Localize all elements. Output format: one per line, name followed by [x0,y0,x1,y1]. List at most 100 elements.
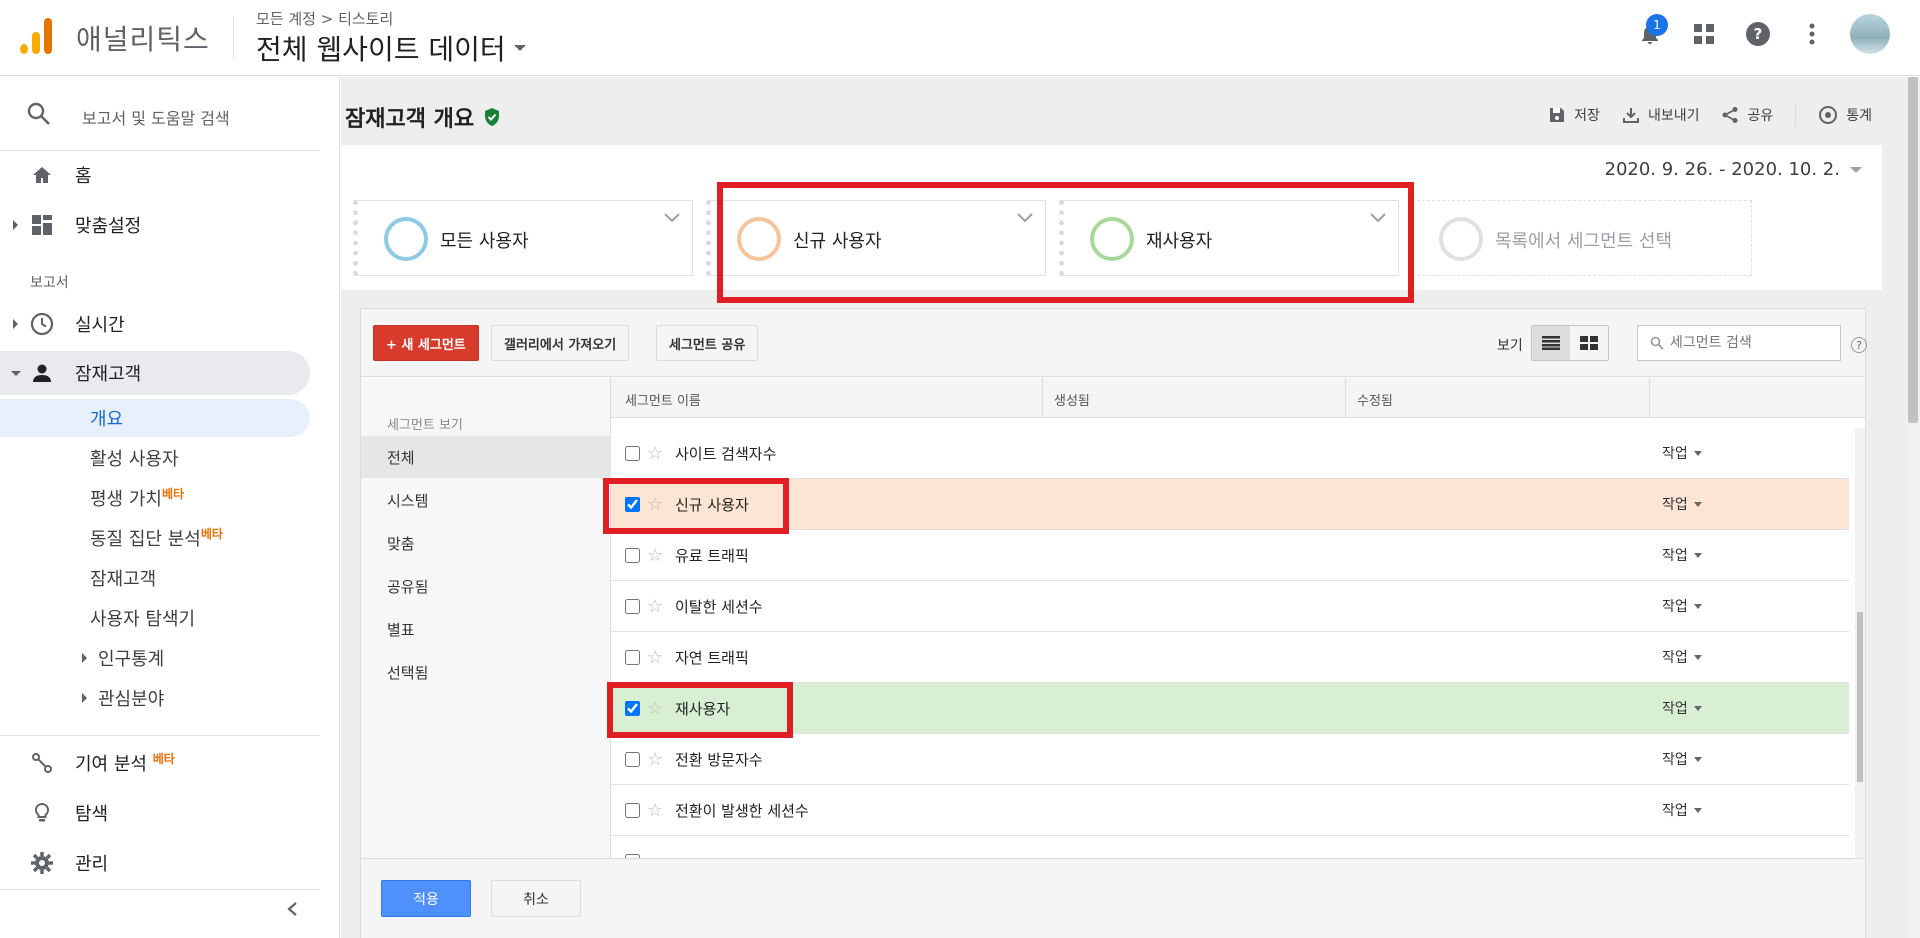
category-shared[interactable]: 공유됨 [361,565,611,607]
list-view-button[interactable] [1532,326,1570,360]
row-action-menu[interactable]: 작업 [1662,698,1702,718]
sidebar-item-audience[interactable]: 잠재고객 [0,351,310,395]
segment-card-new-users[interactable]: 신규 사용자 [706,200,1046,276]
row-checkbox[interactable] [625,496,640,512]
category-selected[interactable]: 선택됨 [361,651,611,693]
table-row[interactable]: ☆ 사이트 검색자수 작업 [611,428,1849,479]
chevron-down-icon [664,213,680,223]
sidebar-subitem-cohort[interactable]: 동질 집단 분석베타 [0,519,310,557]
property-selector[interactable]: 전체 웹사이트 데이터 [256,28,526,68]
page-scrollbar-thumb[interactable] [1908,77,1918,423]
sidebar-subitem-interests[interactable]: 관심분야 [0,679,310,717]
chevron-left-icon [287,902,297,916]
star-icon[interactable]: ☆ [647,647,663,668]
help-icon[interactable]: ? [1851,337,1867,353]
star-icon[interactable]: ☆ [647,545,663,566]
column-name[interactable]: 세그먼트 이름 [625,390,701,409]
apps-grid-icon [1694,24,1714,44]
apps-button[interactable] [1688,18,1720,50]
date-range-picker[interactable]: 2020. 9. 26. - 2020. 10. 2. [1605,159,1862,180]
segment-card-choose[interactable]: 목록에서 세그먼트 선택 [1412,200,1752,276]
star-icon[interactable]: ☆ [647,596,663,617]
row-action-menu[interactable]: 작업 [1662,749,1702,769]
sidebar-search[interactable]: 보고서 및 도움말 검색 [0,77,320,151]
table-row[interactable]: ☆ 재사용자 작업 [611,683,1849,734]
share-button[interactable]: 공유 [1721,105,1773,125]
table-row-partial[interactable] [611,836,1849,858]
sidebar-subitem-demographics[interactable]: 인구통계 [0,639,310,677]
category-all[interactable]: 전체 [361,436,611,478]
table-row[interactable]: ☆ 이탈한 세션수 작업 [611,581,1849,632]
apply-button[interactable]: 적용 [381,880,471,917]
chevron-down-icon [1693,705,1702,711]
new-segment-button[interactable]: + 새 세그먼트 [373,325,479,361]
help-button[interactable]: ? [1742,18,1774,50]
insights-icon [1819,106,1838,124]
category-starred[interactable]: 별표 [361,608,611,650]
sidebar-subitem-user-explorer[interactable]: 사용자 탐색기 [0,599,310,637]
analytics-logo[interactable] [18,18,54,54]
row-checkbox[interactable] [625,751,640,767]
insights-button[interactable]: 통계 [1818,105,1872,125]
table-scrollbar-thumb[interactable] [1857,612,1863,782]
sidebar-item-realtime[interactable]: 실시간 [0,302,320,346]
segment-card-all-users[interactable]: 모든 사용자 [353,200,693,276]
row-action-menu[interactable]: 작업 [1662,545,1702,565]
row-checkbox[interactable] [625,700,640,716]
sidebar-subitem-label: 동질 집단 분석 [90,529,201,550]
sidebar-subitem-overview[interactable]: 개요 [0,399,310,437]
sidebar-subitem-audiences[interactable]: 잠재고객 [0,559,310,597]
row-checkbox[interactable] [625,598,640,614]
row-checkbox[interactable] [625,649,640,665]
table-row[interactable]: ☆ 전환이 발생한 세션수 작업 [611,785,1849,836]
column-created[interactable]: 생성됨 [1054,390,1090,409]
table-row[interactable]: ☆ 유료 트래픽 작업 [611,530,1849,581]
star-icon[interactable]: ☆ [647,443,663,464]
segment-label: 재사용자 [1146,231,1213,252]
share-segment-button[interactable]: 세그먼트 공유 [656,325,759,361]
export-button[interactable]: 내보내기 [1622,105,1699,125]
table-row[interactable]: ☆ 전환 방문자수 작업 [611,734,1849,785]
row-checkbox[interactable] [625,802,640,818]
import-gallery-button[interactable]: 갤러리에서 가져오기 [491,325,630,361]
account-breadcrumb[interactable]: 모든 계정 > 티스토리 [256,8,393,29]
save-button[interactable]: 저장 [1548,105,1600,125]
grid-view-button[interactable] [1570,326,1608,360]
cancel-button[interactable]: 취소 [491,880,581,917]
star-icon[interactable]: ☆ [647,494,663,515]
collapse-sidebar-button[interactable] [280,897,304,921]
view-toggle[interactable] [1531,325,1609,361]
sidebar-item-admin[interactable]: 관리 [0,841,320,885]
sidebar-item-customization[interactable]: 맞춤설정 [0,203,320,247]
sidebar-item-discover[interactable]: 탐색 [0,791,320,835]
sidebar-item-attribution[interactable]: 기여 분석 베타 [0,741,320,785]
notifications-button[interactable]: 1 [1634,14,1668,50]
row-action-menu[interactable]: 작업 [1662,800,1702,820]
table-scrollbar[interactable] [1855,428,1865,858]
segment-card-returning-users[interactable]: 재사용자 [1059,200,1399,276]
segment-name: 자연 트래픽 [675,648,749,667]
row-checkbox[interactable] [625,547,640,563]
row-action-menu[interactable]: 작업 [1662,443,1702,463]
row-action-menu[interactable]: 작업 [1662,596,1702,616]
account-avatar[interactable] [1850,14,1890,54]
sidebar-subitem-lifetime-value[interactable]: 평생 가치베타 [0,479,310,517]
category-system[interactable]: 시스템 [361,479,611,521]
segment-search[interactable] [1637,325,1841,361]
table-row[interactable]: ☆ 신규 사용자 작업 [611,479,1849,530]
row-action-menu[interactable]: 작업 [1662,494,1702,514]
star-icon[interactable]: ☆ [647,800,663,821]
page-scrollbar[interactable] [1906,77,1920,938]
star-icon[interactable]: ☆ [647,749,663,770]
more-options-button[interactable] [1796,18,1828,50]
category-custom[interactable]: 맞춤 [361,522,611,564]
table-row[interactable]: ☆ 자연 트래픽 작업 [611,632,1849,683]
star-icon[interactable]: ☆ [647,698,663,719]
row-action-menu[interactable]: 작업 [1662,647,1702,667]
column-modified[interactable]: 수정됨 [1357,390,1393,409]
sidebar-item-home[interactable]: 홈 [0,153,320,197]
row-checkbox[interactable] [625,445,640,461]
sidebar-subitem-active-users[interactable]: 활성 사용자 [0,439,310,477]
segment-search-input[interactable] [1670,335,1830,351]
segment-name: 전환이 발생한 세션수 [675,801,809,820]
